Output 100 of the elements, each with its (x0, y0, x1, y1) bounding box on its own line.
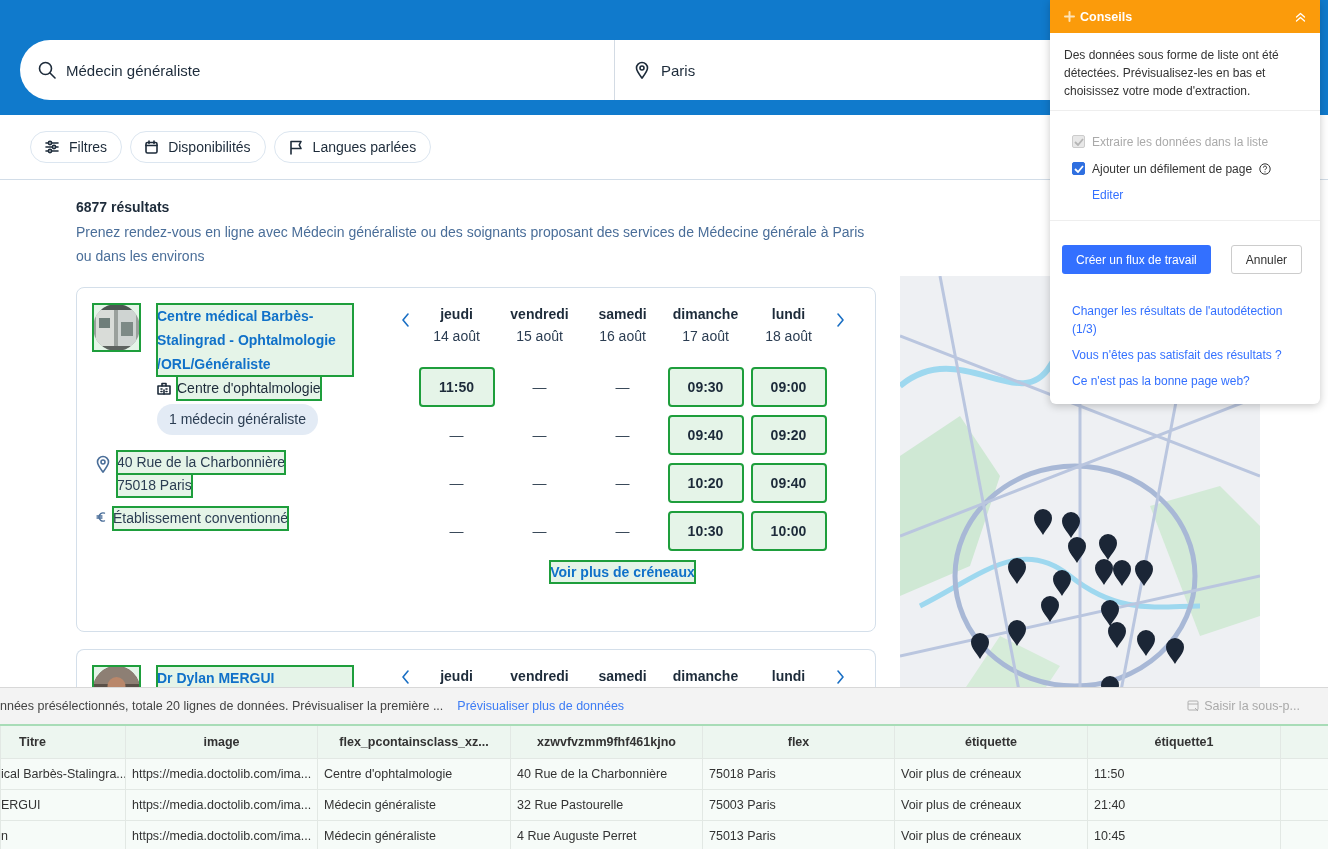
table-cell: ERGUI (0, 789, 126, 821)
location-pin-icon (96, 455, 110, 473)
preview-more-link[interactable]: Prévisualiser plus de données (457, 699, 625, 713)
address-text: 40 Rue de la Charbonnière (117, 451, 286, 474)
table-cell: Voir plus de créneaux (894, 758, 1088, 790)
double-chevron-up-icon (1295, 11, 1306, 22)
day-name: jeudi (440, 667, 473, 686)
filter-button[interactable]: Filtres (30, 131, 123, 163)
day-name: samedi (598, 667, 647, 686)
empty-slot-dash: — (449, 523, 464, 539)
cancel-button[interactable]: Annuler (1230, 245, 1303, 274)
empty-slot-dash: — (532, 475, 547, 491)
checkbox[interactable] (1072, 162, 1085, 175)
checkbox-label: Ajouter un défilement de page (1092, 161, 1253, 176)
sliders-icon (45, 140, 59, 154)
day-name: vendredi (510, 667, 569, 686)
empty-slot-dash: — (532, 427, 547, 443)
search-icon (38, 61, 56, 79)
building-icon (157, 381, 171, 395)
panel-message: Des données sous forme de liste ont été détectées. Prévisualisez-les en bas et choisissez votre mode d'extraction. (1050, 33, 1320, 111)
preview-info-text: nnées présélectionnés, totale 20 lignes de données. Prévisualiser la première ... (0, 699, 444, 713)
day-name: jeudi (440, 305, 473, 324)
column-header: xzwvfvzmm9fhf461kjno (510, 725, 703, 759)
table-cell: 75013 Paris (702, 820, 895, 849)
empty-slot-dash: — (449, 427, 464, 443)
day-date: 15 août (516, 327, 563, 346)
empty-slot-dash: — (532, 523, 547, 539)
day-name: samedi (598, 305, 647, 324)
specialty-text: Centre d'ophtalmologie (177, 376, 321, 400)
time-slot-button[interactable]: 09:20 (751, 416, 826, 454)
day-name: lundi (771, 305, 806, 324)
day-name: dimanche (672, 305, 739, 324)
day-name: dimanche (672, 667, 739, 686)
page-icon (1187, 700, 1201, 712)
edit-link[interactable]: Editer (1092, 182, 1124, 208)
table-cell: Médecin généraliste (317, 820, 511, 849)
table-cell: 21:40 (1087, 789, 1281, 821)
location-field[interactable]: Paris (661, 61, 696, 79)
table-cell: Médecin généraliste (317, 789, 511, 821)
chevron-right-icon (834, 312, 846, 328)
filter-button[interactable]: Langues parlées (273, 131, 432, 163)
empty-slot-dash: — (449, 475, 464, 491)
convention-text: Établissement conventionné (113, 507, 289, 530)
empty-slot-dash: — (615, 523, 630, 539)
empty-slot-dash: — (615, 427, 630, 443)
checkbox-label: Extraire les données dans la liste (1092, 134, 1269, 149)
search-field[interactable]: Médecin généraliste (66, 61, 201, 79)
flag-icon (288, 139, 303, 155)
empty-slot-dash: — (532, 379, 547, 395)
time-slot-button[interactable]: 09:00 (751, 368, 826, 406)
help-link[interactable]: Vous n'êtes pas satisfait des résultats ? (1072, 346, 1282, 364)
day-name: vendredi (510, 305, 569, 324)
empty-slot-dash: — (615, 379, 630, 395)
create-workflow-button[interactable]: Créer un flux de travail (1062, 245, 1211, 274)
column-header: étiquette1 (1087, 725, 1281, 759)
table-cell: 10:45 (1087, 820, 1281, 849)
table-cell: Voir plus de créneaux (894, 789, 1088, 821)
column-header: Titre (0, 725, 126, 759)
location-pin-icon (635, 61, 649, 79)
table-cell: 4 Rue Auguste Perret (510, 820, 703, 849)
filter-button[interactable]: Disponibilités (130, 131, 266, 163)
column-header: étiquette (894, 725, 1088, 759)
day-date: 16 août (599, 327, 646, 346)
chevron-left-icon (399, 669, 411, 685)
provider-name-link[interactable]: Centre médical Barbès-Stalingrad - Ophtalmologie /ORL/Généraliste (157, 304, 353, 376)
table-cell: 75018 Paris (702, 758, 895, 790)
time-slot-button[interactable]: 10:20 (668, 464, 743, 502)
help-link[interactable]: Changer les résultats de l'autodétection (1/3) (1072, 302, 1298, 338)
euro-icon (96, 511, 106, 523)
empty-slot-dash: — (615, 475, 630, 491)
help-link[interactable]: Ce n'est pas la bonne page web? (1072, 372, 1250, 390)
column-header: image (125, 725, 318, 759)
time-slot-button[interactable]: 10:00 (751, 512, 826, 550)
table-cell: Centre d'ophtalmologie (317, 758, 511, 790)
results-description: Prenez rendez-vous en ligne avec Médecin généraliste ou des soignants proposant des services de Médecine générale à Paris ou dans les environs (76, 223, 866, 266)
chevron-left-icon (399, 312, 411, 328)
time-slot-button[interactable]: 10:30 (668, 512, 743, 550)
column-header: flex (702, 725, 895, 759)
day-name: lundi (771, 667, 806, 686)
table-cell: 32 Rue Pastourelle (510, 789, 703, 821)
table-cell: Voir plus de créneaux (894, 820, 1088, 849)
day-date: 14 août (433, 327, 480, 346)
practitioner-count-badge: 1 médecin généraliste (157, 404, 318, 435)
panel-title: Conseils (1080, 9, 1134, 24)
time-slot-button[interactable]: 09:40 (668, 416, 743, 454)
table-cell: https://media.doctolib.com/ima... (125, 789, 318, 821)
results-count: 6877 résultats (76, 198, 171, 216)
column-header: flex_pcontainsclass_xz... (317, 725, 511, 759)
table-cell: 40 Rue de la Charbonnière (510, 758, 703, 790)
day-date: 18 août (765, 327, 812, 346)
provider-name-link[interactable]: Dr Dylan MERGUI (157, 666, 353, 689)
table-cell: 11:50 (1087, 758, 1281, 790)
time-slot-button[interactable]: 09:30 (668, 368, 743, 406)
more-slots-link[interactable]: Voir plus de créneaux (550, 561, 695, 583)
day-date: 17 août (682, 327, 729, 346)
address-text: 75018 Paris (117, 474, 192, 497)
table-cell: 75003 Paris (702, 789, 895, 821)
table-cell: n (0, 820, 126, 849)
time-slot-button[interactable]: 11:50 (419, 368, 494, 406)
time-slot-button[interactable]: 09:40 (751, 464, 826, 502)
